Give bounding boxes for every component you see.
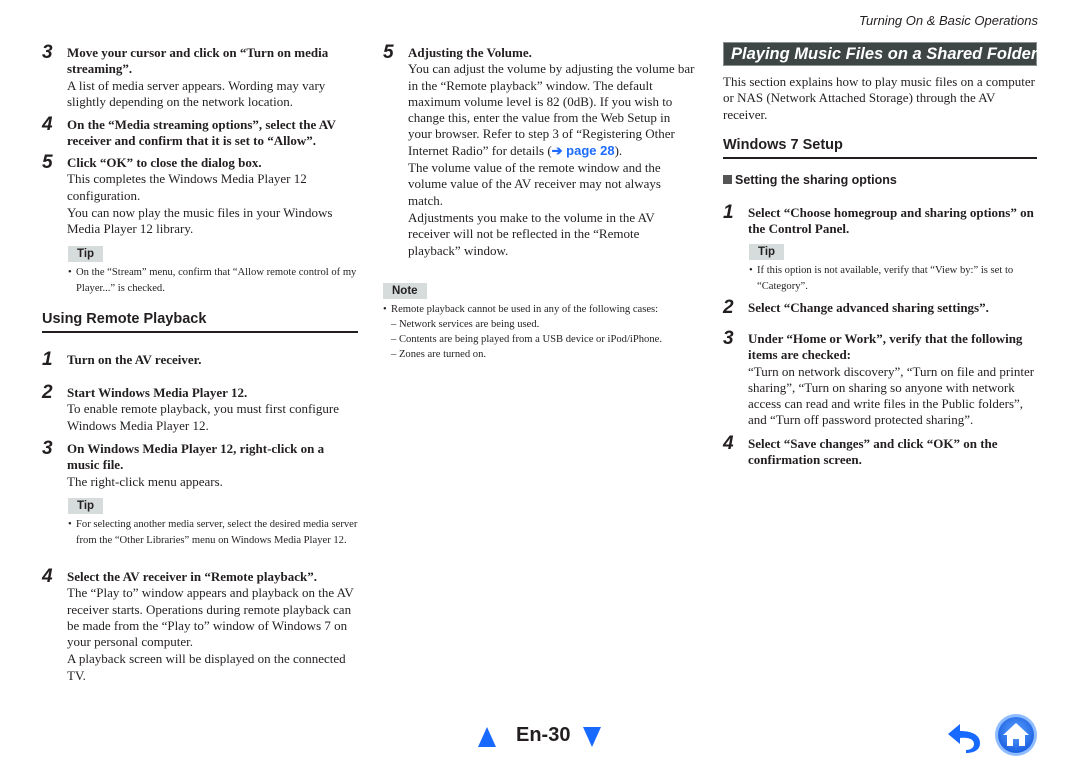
step-title: Adjusting the Volume. xyxy=(408,45,532,60)
step-number: 5 xyxy=(42,152,53,173)
step-text: The right-click menu appears. xyxy=(67,473,223,489)
step-title: Under “Home or Work”, verify that the fo… xyxy=(748,331,1023,363)
step-number: 3 xyxy=(723,328,734,349)
page-number: En-30 xyxy=(516,724,571,746)
step-text: You can adjust the volume by adjusting t… xyxy=(408,61,695,159)
step-title: Select the AV receiver in “Remote playba… xyxy=(67,569,317,584)
step-text: The “Play to” window appears and playbac… xyxy=(67,585,354,650)
page-28-link[interactable]: ➔ page 28 xyxy=(552,143,615,158)
step-text: The volume value of the remote window an… xyxy=(408,160,661,208)
step-number: 4 xyxy=(42,114,53,135)
step-number: 3 xyxy=(42,438,53,459)
tip-label: Tip xyxy=(68,498,104,514)
step-number: 1 xyxy=(723,202,734,223)
step-title: On the “Media streaming options”, select… xyxy=(67,117,336,149)
note-item: – Zones are turned on. xyxy=(391,349,487,360)
step-title: Start Windows Media Player 12. xyxy=(67,385,248,400)
step-title: Select “Change advanced sharing settings… xyxy=(748,300,989,315)
intro-text: This section explains how to play music … xyxy=(723,74,1035,122)
step-title: Select “Choose homegroup and sharing opt… xyxy=(748,205,1034,237)
tip-text: • If this option is not available, verif… xyxy=(749,263,1039,295)
bullet: • xyxy=(68,519,72,530)
step-text: A list of media server appears. Wording … xyxy=(67,77,326,109)
step-4-sharing: 4 Select “Save changes” and click “OK” o… xyxy=(723,433,1037,469)
step-title: Click “OK” to close the dialog box. xyxy=(67,155,262,170)
step-text: To enable remote playback, you must firs… xyxy=(67,401,340,433)
note-list: • Remote playback cannot be used in any … xyxy=(383,302,701,362)
step-3: 3 Move your cursor and click on “Turn on… xyxy=(42,42,358,110)
step-4-remote: 4 Select the AV receiver in “Remote play… xyxy=(42,566,358,684)
step-title: On Windows Media Player 12, right-click … xyxy=(67,441,325,473)
chapter-banner: Playing Music Files on a Shared Folder xyxy=(723,42,1037,66)
text-segment: ). xyxy=(614,142,623,158)
bullet: • xyxy=(68,267,72,278)
step-number: 4 xyxy=(723,433,734,454)
return-arrow-icon[interactable] xyxy=(946,720,986,754)
step-title: Select “Save changes” and click “OK” on … xyxy=(748,436,998,468)
tip-label: Tip xyxy=(68,246,104,262)
step-text: “Turn on network discovery”, “Turn on fi… xyxy=(748,363,1035,428)
step-5: 5 Click “OK” to close the dialog box. Th… xyxy=(42,152,358,237)
note-label: Note xyxy=(383,283,427,299)
tip-content: If this option is not available, verify … xyxy=(757,265,1014,292)
step-3-sharing: 3 Under “Home or Work”, verify that the … xyxy=(723,328,1037,429)
tip-content: For selecting another media server, sele… xyxy=(76,519,358,546)
step-3-remote: 3 On Windows Media Player 12, right-clic… xyxy=(42,438,358,490)
step-text: Adjustments you make to the volume in th… xyxy=(408,209,655,258)
step-number: 1 xyxy=(42,349,53,370)
step-1: 1 Turn on the AV receiver. xyxy=(42,349,358,370)
note-item: – Contents are being played from a USB d… xyxy=(391,334,662,345)
step-text: You can now play the music files in your… xyxy=(67,204,333,237)
home-icon[interactable] xyxy=(994,713,1038,757)
step-number: 4 xyxy=(42,566,53,587)
note-text: Remote playback cannot be used in any of… xyxy=(391,304,659,315)
step-number: 2 xyxy=(42,382,53,403)
triangle-up-icon[interactable] xyxy=(478,727,496,747)
step-number: 3 xyxy=(42,42,53,63)
step-text: A playback screen will be displayed on t… xyxy=(67,651,346,683)
section-heading-windows7: Windows 7 Setup xyxy=(723,137,1037,159)
sub-heading: Setting the sharing options xyxy=(723,173,897,187)
running-head: Turning On & Basic Operations xyxy=(859,13,1038,28)
note-item: – Network services are being used. xyxy=(391,319,540,330)
square-bullet-icon xyxy=(723,175,732,184)
bullet: • xyxy=(749,265,753,276)
note-bullet: • Remote playback cannot be used in any … xyxy=(383,302,701,317)
section-heading-remote-playback: Using Remote Playback xyxy=(42,311,358,333)
step-text: This completes the Windows Media Player … xyxy=(67,171,307,203)
tip-text: • For selecting another media server, se… xyxy=(68,517,360,549)
bullet: • xyxy=(383,304,387,315)
step-number: 5 xyxy=(383,42,394,63)
tip-text: • On the “Stream” menu, confirm that “Al… xyxy=(68,265,358,297)
step-title: Move your cursor and click on “Turn on m… xyxy=(67,45,329,77)
step-number: 2 xyxy=(723,297,734,318)
step-5-volume: 5 Adjusting the Volume. You can adjust t… xyxy=(383,42,695,259)
step-4: 4 On the “Media streaming options”, sele… xyxy=(42,114,358,150)
step-2: 2 Start Windows Media Player 12. To enab… xyxy=(42,382,358,434)
step-title: Turn on the AV receiver. xyxy=(67,352,202,367)
tip-label: Tip xyxy=(749,244,785,260)
tip-content: On the “Stream” menu, confirm that “Allo… xyxy=(76,267,357,294)
sub-heading-text: Setting the sharing options xyxy=(735,173,897,187)
triangle-down-icon[interactable] xyxy=(583,727,601,747)
step-2-sharing: 2 Select “Change advanced sharing settin… xyxy=(723,297,1037,318)
step-1-sharing: 1 Select “Choose homegroup and sharing o… xyxy=(723,202,1037,238)
